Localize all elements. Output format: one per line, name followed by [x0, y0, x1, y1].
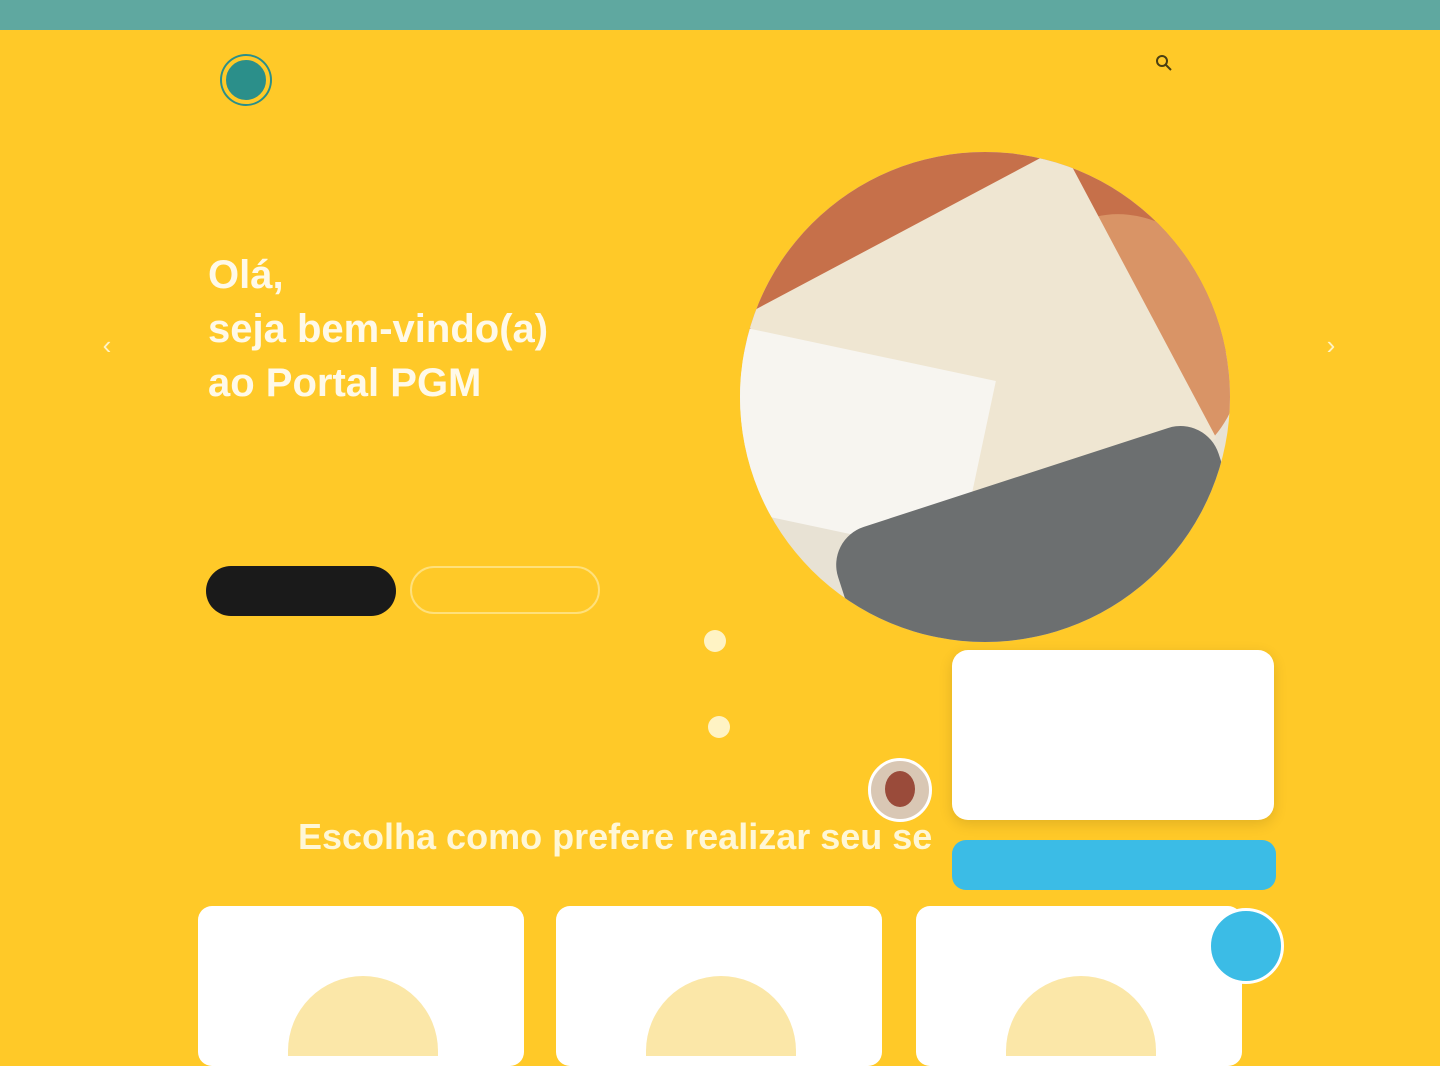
- hero-primary-button[interactable]: [206, 566, 396, 616]
- search-icon[interactable]: [1155, 54, 1173, 72]
- hero-secondary-button[interactable]: [410, 566, 600, 614]
- hero-title: Olá, seja bem-vindo(a) ao Portal PGM: [208, 248, 708, 410]
- site-logo[interactable]: [222, 50, 372, 120]
- card-illustration: [1006, 976, 1156, 1056]
- chat-agent-avatar: [868, 758, 932, 822]
- hero-title-line: Olá,: [208, 253, 284, 297]
- hero-photo: [740, 152, 1230, 642]
- carousel-next-icon[interactable]: ›: [1316, 330, 1346, 360]
- card-illustration: [288, 976, 438, 1056]
- carousel-dot[interactable]: [708, 716, 730, 738]
- service-card[interactable]: [916, 906, 1242, 1066]
- section-title: Escolha como prefere realizar seu se: [298, 816, 933, 857]
- page: ‹ › Olá, seja bem-vindo(a) ao Portal PGM…: [0, 30, 1440, 1066]
- logo-mark-icon: [222, 56, 270, 104]
- card-illustration: [646, 976, 796, 1056]
- carousel-prev-icon[interactable]: ‹: [92, 330, 122, 360]
- chat-launcher-icon[interactable]: [1208, 908, 1284, 984]
- chat-start-button[interactable]: [952, 840, 1276, 890]
- service-card[interactable]: [198, 906, 524, 1066]
- service-card[interactable]: [556, 906, 882, 1066]
- top-utility-bar: [0, 0, 1440, 30]
- chat-popup[interactable]: [952, 650, 1274, 820]
- hero-title-line: seja bem-vindo(a): [208, 307, 549, 351]
- hero-title-line: ao Portal PGM: [208, 361, 482, 405]
- carousel-dot[interactable]: [704, 630, 726, 652]
